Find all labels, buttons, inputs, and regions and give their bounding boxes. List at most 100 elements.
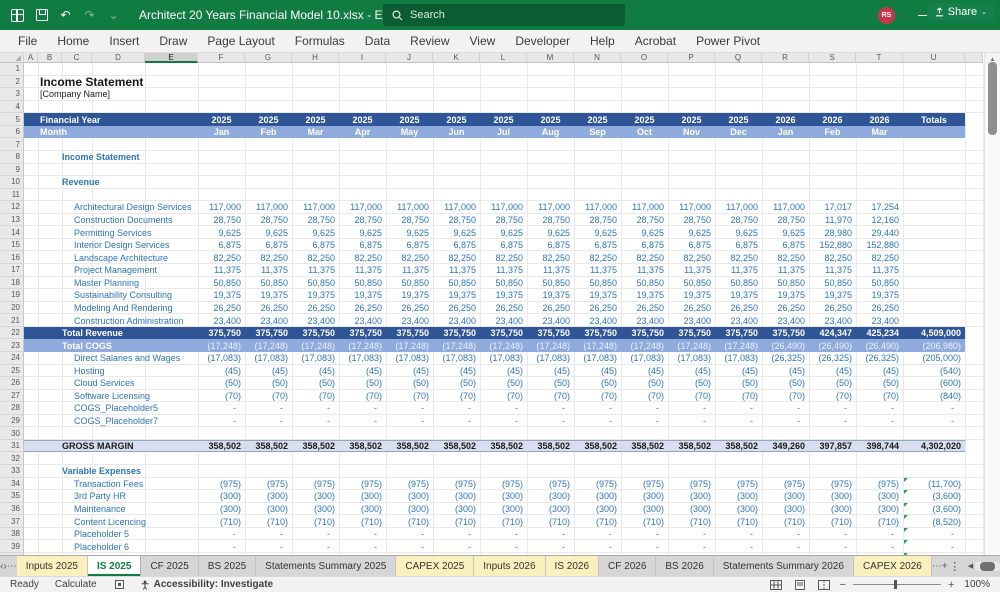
cell-label-income-statement[interactable]: Income Statement <box>62 151 140 164</box>
cell-value[interactable]: (70) <box>339 390 386 403</box>
cell-value[interactable]: Jun <box>433 126 480 139</box>
cell-value[interactable]: 2026 <box>809 113 856 126</box>
cell-value[interactable]: - <box>715 528 762 541</box>
cell-value[interactable]: (17,083) <box>386 352 433 365</box>
cell-value[interactable]: 82,250 <box>480 251 527 264</box>
cell-value[interactable]: (710) <box>386 515 433 528</box>
normal-view-icon[interactable] <box>769 579 782 590</box>
row-header-22[interactable]: 22 <box>0 326 24 340</box>
cell-value[interactable]: 19,375 <box>668 289 715 302</box>
cell-value[interactable]: (50) <box>809 377 856 390</box>
cell-value[interactable]: (300) <box>386 490 433 503</box>
sheet-tab-statements-summary-2025[interactable]: Statements Summary 2025 <box>256 556 397 576</box>
cell-value[interactable]: (300) <box>198 490 245 503</box>
cell-value[interactable]: 117,000 <box>668 201 715 214</box>
page-break-view-icon[interactable] <box>817 579 830 590</box>
cell-value[interactable]: 23,400 <box>386 314 433 327</box>
cell-value[interactable]: 28,750 <box>668 214 715 227</box>
cell-value[interactable]: 26,250 <box>386 302 433 315</box>
cell-value[interactable]: (300) <box>856 490 903 503</box>
cell-label-variable-expenses[interactable]: Variable Expenses <box>62 465 141 478</box>
cell-value[interactable]: 82,250 <box>574 251 621 264</box>
cell-value[interactable]: 398,744 <box>856 440 903 453</box>
cell-value[interactable]: (45) <box>668 365 715 378</box>
cell-value[interactable]: - <box>621 415 668 428</box>
cell-value[interactable]: (45) <box>527 365 574 378</box>
cell-label-3rd-party-hr[interactable]: 3rd Party HR <box>74 490 126 503</box>
cell-total-value[interactable]: - <box>903 540 965 553</box>
cell-label-interior-design-services[interactable]: Interior Design Services <box>74 239 170 252</box>
cell-value[interactable]: (300) <box>715 490 762 503</box>
cell-value[interactable]: (17,083) <box>527 352 574 365</box>
cell-value[interactable]: - <box>668 415 715 428</box>
cell-label-transaction-fees[interactable]: Transaction Fees <box>74 478 143 491</box>
cell-value[interactable]: (70) <box>621 390 668 403</box>
cell-value[interactable]: (300) <box>433 490 480 503</box>
cell-label-sustainability-consulting[interactable]: Sustainability Consulting <box>74 289 172 302</box>
cell-value[interactable]: 82,250 <box>762 251 809 264</box>
cell-value[interactable]: 117,000 <box>527 201 574 214</box>
cell-value[interactable]: 11,375 <box>339 264 386 277</box>
sheet-tab-statements-summary-2026[interactable]: Statements Summary 2026 <box>714 556 854 576</box>
ribbon-tab-insert[interactable]: Insert <box>99 30 149 52</box>
cell-value[interactable]: (50) <box>856 377 903 390</box>
cell-value[interactable]: - <box>245 540 292 553</box>
cell-value[interactable]: (17,248) <box>386 339 433 352</box>
cell-value[interactable]: 26,250 <box>621 302 668 315</box>
cell-value[interactable]: 28,750 <box>480 214 527 227</box>
cell-value[interactable]: - <box>198 540 245 553</box>
cell-value[interactable]: 9,625 <box>433 226 480 239</box>
excel-app-icon[interactable] <box>10 8 25 23</box>
row-header-39[interactable]: 39 <box>0 540 24 553</box>
cell-value[interactable]: 11,375 <box>527 264 574 277</box>
cell-value[interactable]: (70) <box>198 390 245 403</box>
cell-value[interactable]: - <box>245 528 292 541</box>
row-header-24[interactable]: 24 <box>0 351 24 365</box>
cell-value[interactable]: (17,248) <box>621 339 668 352</box>
cell-value[interactable]: (17,248) <box>480 339 527 352</box>
page-layout-view-icon[interactable] <box>794 579 806 590</box>
cell-value[interactable]: - <box>715 540 762 553</box>
sheet-tab-is-2025[interactable]: IS 2025 <box>87 556 142 576</box>
cell-value[interactable]: Sep <box>574 126 621 139</box>
row-header-38[interactable]: 38 <box>0 527 24 541</box>
cell-value[interactable]: (710) <box>668 515 715 528</box>
cell-value[interactable]: 19,375 <box>386 289 433 302</box>
cell-value[interactable]: - <box>668 402 715 415</box>
cell-value[interactable]: 19,375 <box>574 289 621 302</box>
cell-total-value[interactable]: (3,600) <box>903 503 965 516</box>
cell-value[interactable]: (70) <box>668 390 715 403</box>
row-header-36[interactable]: 36 <box>0 502 24 516</box>
cell-value[interactable]: 28,750 <box>386 214 433 227</box>
cell-value[interactable]: (300) <box>480 490 527 503</box>
cell-value[interactable]: 50,850 <box>668 277 715 290</box>
cell-total-value[interactable]: (205,000) <box>903 352 965 365</box>
cell-value[interactable]: - <box>762 402 809 415</box>
column-header-c[interactable]: C <box>62 53 92 63</box>
cell-value[interactable]: 6,875 <box>715 239 762 252</box>
cell-value[interactable]: - <box>292 528 339 541</box>
cell-value[interactable]: 11,375 <box>809 264 856 277</box>
cell-value[interactable]: 9,625 <box>762 226 809 239</box>
horizontal-scrollbar[interactable]: ◀ ▶ <box>968 561 1000 571</box>
row-header-4[interactable]: 4 <box>0 100 24 114</box>
sheet-tab-capex-2026[interactable]: CAPEX 2026 <box>853 556 932 576</box>
cell-value[interactable]: (17,248) <box>574 339 621 352</box>
cell-value[interactable]: 26,250 <box>668 302 715 315</box>
cell-value[interactable]: - <box>527 402 574 415</box>
cell-value[interactable]: - <box>245 402 292 415</box>
cell-value[interactable]: - <box>480 415 527 428</box>
ribbon-tab-draw[interactable]: Draw <box>149 30 197 52</box>
cell-value[interactable]: 11,970 <box>809 214 856 227</box>
cell-value[interactable]: 2025 <box>433 113 480 126</box>
select-all-corner[interactable] <box>0 53 24 63</box>
cell-label-placeholder-5[interactable]: Placeholder 5 <box>74 528 129 541</box>
vertical-scroll-thumb[interactable] <box>988 62 997 135</box>
cell-value[interactable]: (710) <box>809 515 856 528</box>
ribbon-tab-file[interactable]: File <box>8 30 47 52</box>
cell-value[interactable]: 50,850 <box>809 277 856 290</box>
cell-value[interactable]: 19,375 <box>245 289 292 302</box>
search-input[interactable]: Search <box>383 4 625 26</box>
cell-value[interactable]: (45) <box>621 365 668 378</box>
cell-value[interactable]: 23,400 <box>762 314 809 327</box>
